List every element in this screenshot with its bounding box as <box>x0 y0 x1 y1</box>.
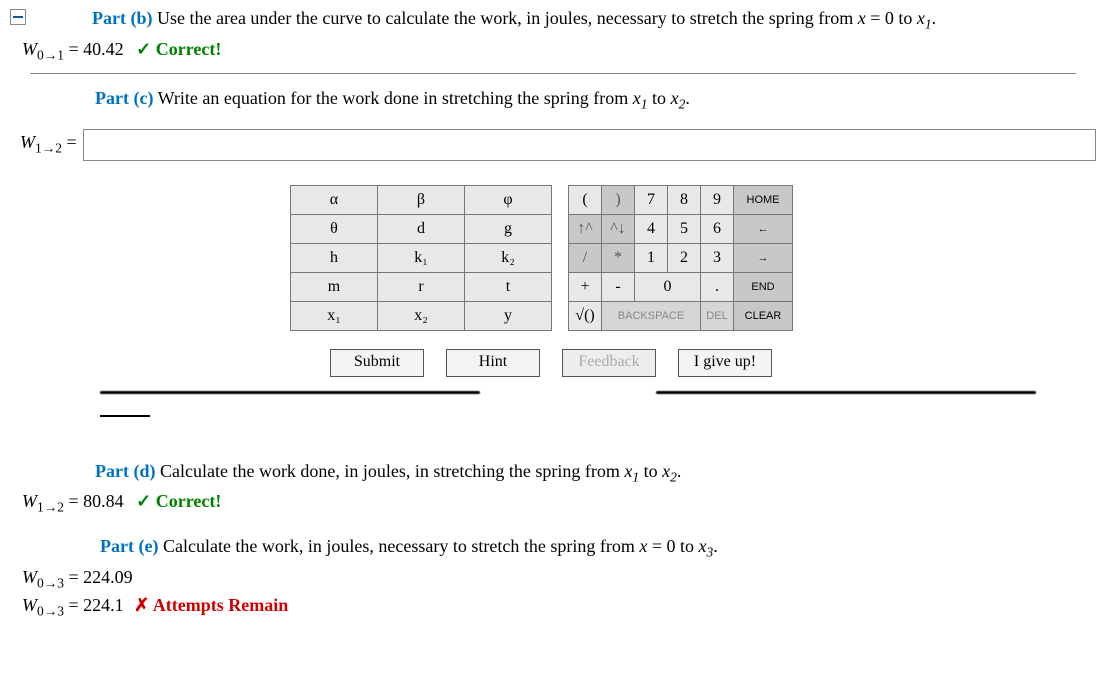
key-phi[interactable]: φ <box>465 185 552 214</box>
part-e-answer-1: W0→3 = 224.09 <box>10 567 1096 592</box>
part-c-label: Part (c) <box>95 88 153 108</box>
numeric-keypad: ( ) 7 8 9 HOME ↑^ ^↓ 4 5 6 ← / * 1 2 3 →… <box>568 185 793 331</box>
giveup-button[interactable]: I give up! <box>678 349 772 377</box>
key-sqrt[interactable]: √() <box>569 301 602 330</box>
part-c-lhs: W1→2 = <box>20 132 83 157</box>
key-del[interactable]: DEL <box>701 301 734 330</box>
part-b-x1: x <box>917 8 925 28</box>
key-alpha[interactable]: α <box>291 185 378 214</box>
key-left[interactable]: ← <box>734 214 793 243</box>
key-beta[interactable]: β <box>378 185 465 214</box>
part-b-x: x <box>858 8 866 28</box>
key-plus[interactable]: + <box>569 272 602 301</box>
part-e-label: Part (e) <box>100 536 158 556</box>
key-theta[interactable]: θ <box>291 214 378 243</box>
key-m[interactable]: m <box>291 272 378 301</box>
key-div[interactable]: / <box>569 243 602 272</box>
submit-button[interactable]: Submit <box>330 349 424 377</box>
part-b-prompt-1: Use the area under the curve to calculat… <box>152 8 857 28</box>
divider <box>30 73 1076 74</box>
key-g[interactable]: g <box>465 214 552 243</box>
key-lparen[interactable]: ( <box>569 185 602 214</box>
part-d-label: Part (d) <box>95 461 155 481</box>
part-d-answer: W1→2 = 80.84 Correct! <box>10 491 1096 516</box>
key-t[interactable]: t <box>465 272 552 301</box>
feedback-button: Feedback <box>562 349 656 377</box>
key-clear[interactable]: CLEAR <box>734 301 793 330</box>
key-x1[interactable]: x₁ <box>291 301 378 330</box>
part-b-label: Part (b) <box>92 8 152 28</box>
key-right[interactable]: → <box>734 243 793 272</box>
small-rule <box>100 415 150 417</box>
key-k1[interactable]: k₁ <box>378 243 465 272</box>
key-1[interactable]: 1 <box>635 243 668 272</box>
key-mul[interactable]: * <box>602 243 635 272</box>
key-8[interactable]: 8 <box>668 185 701 214</box>
key-sup[interactable]: ↑^ <box>569 214 602 243</box>
correct-badge: Correct! <box>136 491 221 511</box>
key-rparen[interactable]: ) <box>602 185 635 214</box>
key-sub[interactable]: ^↓ <box>602 214 635 243</box>
key-h[interactable]: h <box>291 243 378 272</box>
key-9[interactable]: 9 <box>701 185 734 214</box>
part-c-prompt-1: Write an equation for the work done in s… <box>153 88 632 108</box>
key-dot[interactable]: . <box>701 272 734 301</box>
part-b-eq: = 0 to <box>866 8 917 28</box>
collapse-icon[interactable] <box>10 9 26 25</box>
equation-input[interactable] <box>83 129 1096 161</box>
correct-badge: Correct! <box>136 39 221 59</box>
attempts-badge: Attempts Remain <box>134 595 288 615</box>
key-r[interactable]: r <box>378 272 465 301</box>
key-end[interactable]: END <box>734 272 793 301</box>
part-b-answer: W0→1 = 40.42 Correct! <box>10 39 1096 64</box>
key-home[interactable]: HOME <box>734 185 793 214</box>
key-6[interactable]: 6 <box>701 214 734 243</box>
key-backspace[interactable]: BACKSPACE <box>602 301 701 330</box>
key-d[interactable]: d <box>378 214 465 243</box>
hint-button[interactable]: Hint <box>446 349 540 377</box>
key-0[interactable]: 0 <box>635 272 701 301</box>
key-x2[interactable]: x₂ <box>378 301 465 330</box>
key-2[interactable]: 2 <box>668 243 701 272</box>
part-b-x1-sub: 1 <box>925 17 932 32</box>
key-4[interactable]: 4 <box>635 214 668 243</box>
key-k2[interactable]: k₂ <box>465 243 552 272</box>
part-e-answer-2: W0→3 = 224.1 Attempts Remain <box>10 595 1096 620</box>
key-5[interactable]: 5 <box>668 214 701 243</box>
divider-shadow <box>10 385 1096 399</box>
key-y[interactable]: y <box>465 301 552 330</box>
variable-keypad: αβφ θdg hk₁k₂ mrt x₁x₂y <box>290 185 552 331</box>
key-minus[interactable]: - <box>602 272 635 301</box>
key-7[interactable]: 7 <box>635 185 668 214</box>
key-3[interactable]: 3 <box>701 243 734 272</box>
